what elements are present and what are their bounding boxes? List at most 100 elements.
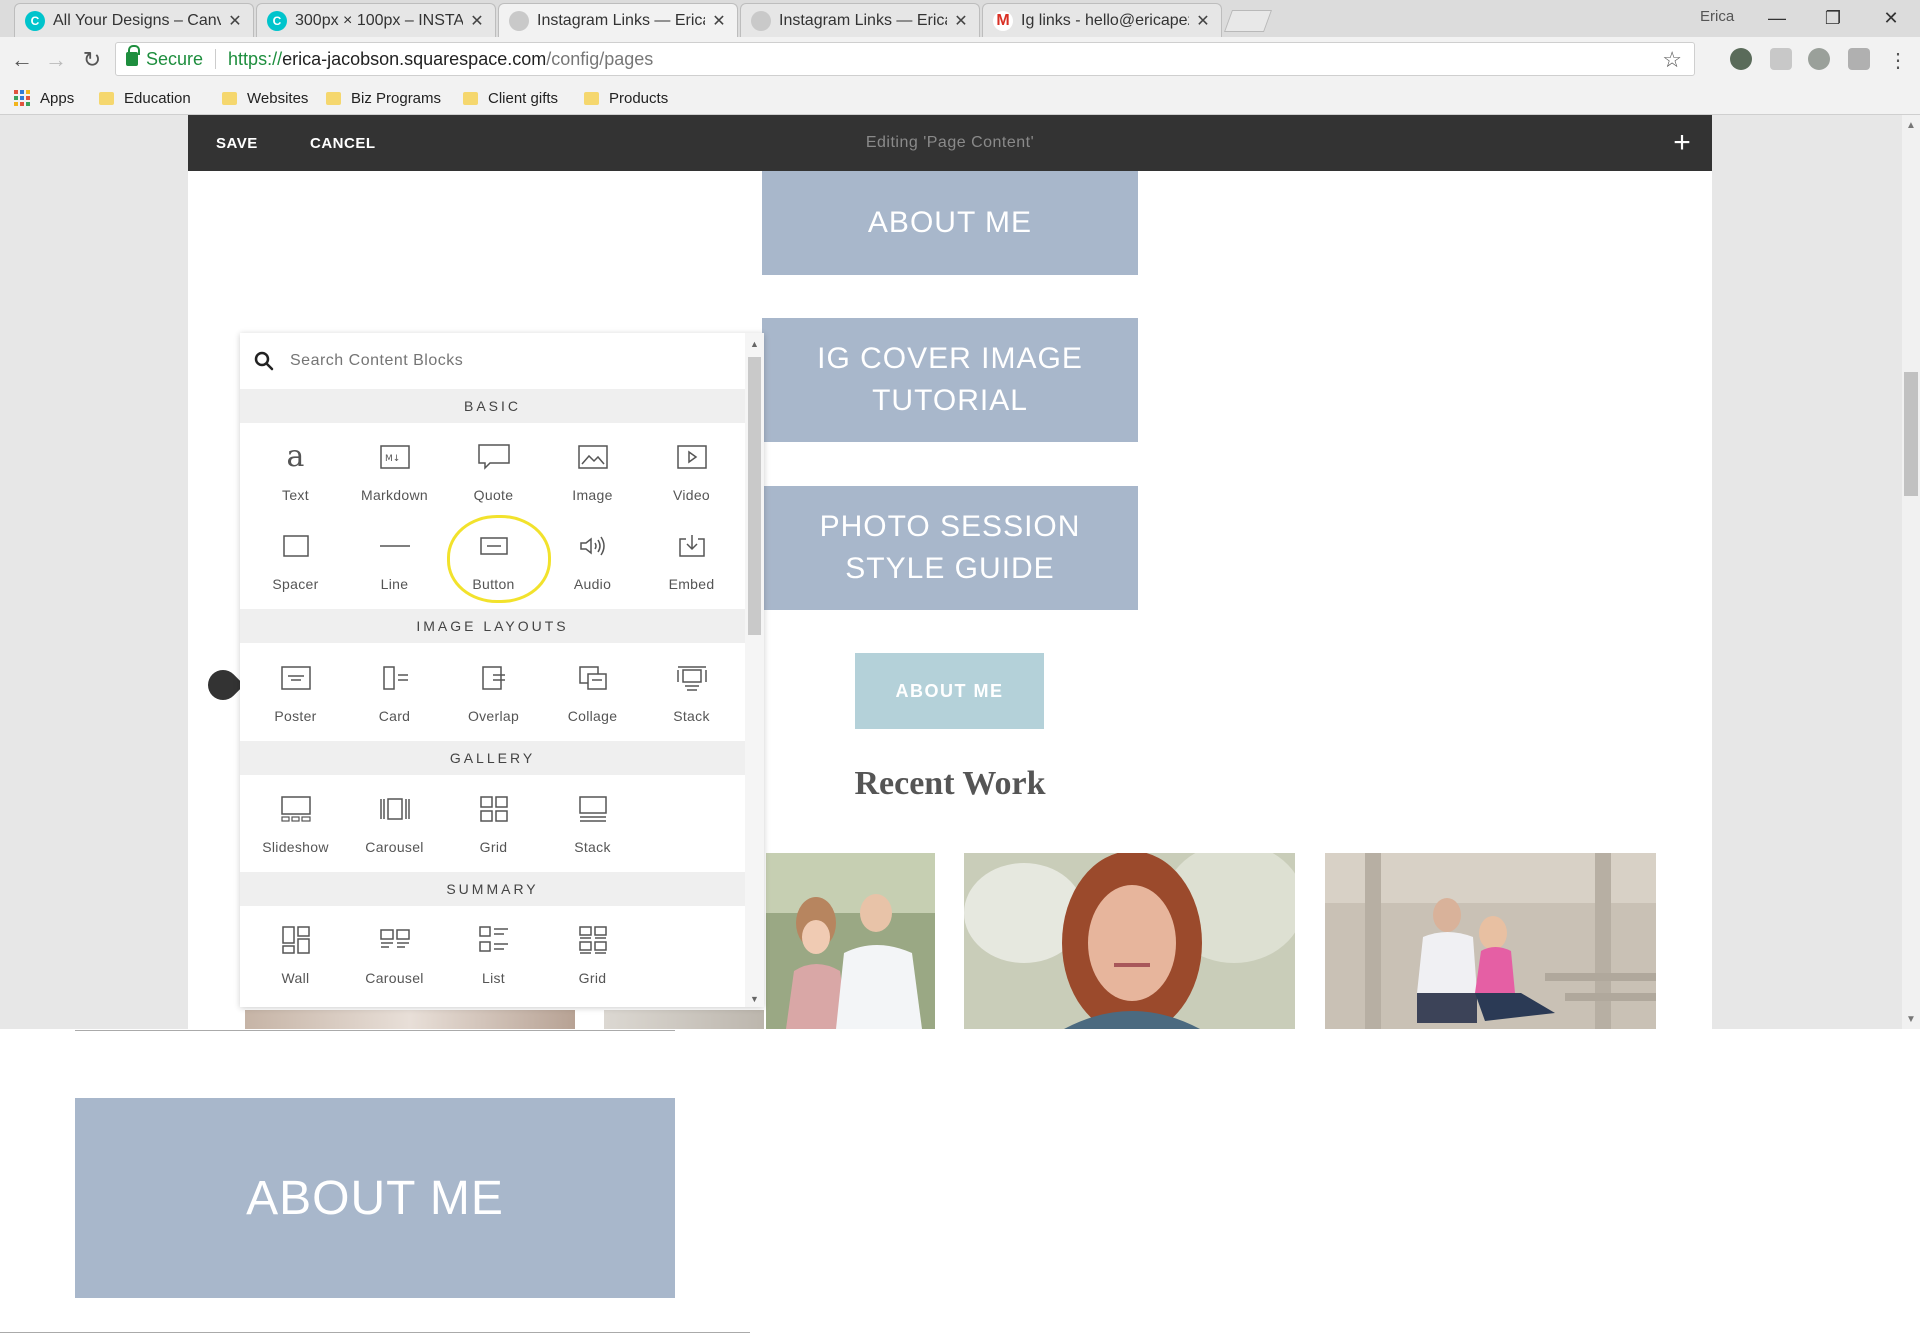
restore-icon[interactable]: ❐ (1808, 4, 1858, 32)
block-markdown[interactable]: M↓ Markdown (345, 435, 444, 521)
evernote-icon[interactable] (1730, 48, 1752, 70)
gmail-icon: M (993, 10, 1013, 31)
save-button[interactable]: SAVE (216, 115, 258, 171)
about-me-button[interactable]: ABOUT ME (762, 171, 1138, 275)
portrait-photo[interactable] (964, 853, 1295, 1029)
panel-scroll-down-icon[interactable]: ▼ (745, 992, 764, 1006)
block-grid[interactable]: Grid (444, 787, 543, 873)
bookmark-biz-programs[interactable]: Biz Programs (326, 87, 441, 109)
photo-session-style-guide-button[interactable]: PHOTO SESSION STYLE GUIDE (762, 486, 1138, 610)
block-image[interactable]: Image (543, 435, 642, 521)
bookmark-star-icon[interactable]: ☆ (1662, 47, 1682, 73)
close-icon[interactable]: ✕ (469, 11, 485, 31)
new-tab-button[interactable] (1223, 10, 1273, 32)
block-label: Line (380, 576, 409, 592)
button-label: ABOUT ME (895, 680, 1004, 701)
tab-instagram-links[interactable]: Instagram Links — Erica P ✕ (740, 3, 980, 37)
folder-icon (326, 91, 341, 105)
close-icon[interactable]: ✕ (227, 11, 243, 31)
window-close-icon[interactable]: ✕ (1866, 4, 1916, 32)
about-me-small-button[interactable]: ABOUT ME (855, 653, 1044, 729)
url-host: erica-jacobson.squarespace.com (282, 48, 547, 69)
block-slideshow[interactable]: Slideshow (246, 787, 345, 873)
recent-work-heading: Recent Work (854, 765, 1046, 802)
content-block-search[interactable] (240, 333, 745, 389)
audio-icon (573, 528, 613, 564)
reload-icon[interactable]: ↻ (78, 46, 106, 74)
block-label: Collage (567, 708, 618, 724)
stack-icon (672, 660, 712, 696)
back-icon[interactable]: ← (8, 46, 36, 74)
block-gallery-stack[interactable]: Stack (543, 787, 642, 873)
block-video[interactable]: Video (642, 435, 741, 521)
block-summary-carousel[interactable]: Carousel (345, 918, 444, 1004)
block-text[interactable]: a Text (246, 435, 345, 521)
tab-instagram-links-active[interactable]: Instagram Links — Erica P ✕ (498, 3, 738, 37)
block-card[interactable]: Card (345, 656, 444, 742)
cancel-button[interactable]: CANCEL (310, 115, 376, 171)
tab-canva-designs[interactable]: C All Your Designs – Canva ✕ (14, 3, 254, 37)
scroll-up-icon[interactable]: ▲ (1902, 118, 1920, 132)
tab-canva-instagram[interactable]: C 300px × 100px – INSTAGRAM ✕ (256, 3, 496, 37)
block-embed[interactable]: Embed (642, 524, 741, 610)
line-icon (375, 528, 415, 564)
video-icon (672, 439, 712, 475)
bookmark-label: Products (609, 89, 669, 107)
search-input[interactable] (290, 352, 690, 370)
menu-icon[interactable]: ⋮ (1884, 46, 1912, 74)
page-scrollbar-thumb[interactable] (1904, 372, 1918, 496)
block-label: Image (572, 487, 613, 503)
block-label: Poster (274, 708, 317, 724)
profile-name[interactable]: Erica (1700, 8, 1734, 25)
block-label: Grid (479, 839, 508, 855)
block-audio[interactable]: Audio (543, 524, 642, 610)
block-quote[interactable]: Quote (444, 435, 543, 521)
block-label: Carousel (365, 839, 424, 855)
about-me-preview-button[interactable]: ABOUT ME (75, 1098, 675, 1298)
canva-icon: C (267, 10, 287, 31)
block-stack[interactable]: Stack (642, 656, 741, 742)
block-label: Markdown (361, 487, 428, 503)
panel-scrollbar-thumb[interactable] (748, 357, 761, 635)
block-label: Video (672, 487, 711, 503)
extension-leaf-icon[interactable] (1808, 48, 1830, 70)
section-header-image-layouts: IMAGE LAYOUTS (240, 609, 745, 643)
ig-cover-image-tutorial-button[interactable]: IG COVER IMAGE TUTORIAL (762, 318, 1138, 442)
block-summary-grid[interactable]: Grid (543, 918, 642, 1004)
folder-icon (463, 91, 478, 105)
bookmark-websites[interactable]: Websites (222, 87, 308, 109)
add-section-button[interactable]: + (1660, 115, 1704, 171)
tab-gmail[interactable]: M Ig links - hello@ericapez ✕ (982, 3, 1222, 37)
bookmark-apps[interactable]: Apps (14, 87, 74, 109)
block-poster[interactable]: Poster (246, 656, 345, 742)
close-icon[interactable]: ✕ (711, 11, 727, 31)
partial-photo[interactable] (604, 1010, 764, 1029)
panel-scroll-up-icon[interactable]: ▲ (745, 337, 764, 351)
block-carousel[interactable]: Carousel (345, 787, 444, 873)
block-spacer[interactable]: Spacer (246, 524, 345, 610)
pocket-icon[interactable] (1848, 48, 1870, 70)
block-label: Stack (574, 839, 611, 855)
partial-photo[interactable] (245, 1010, 575, 1029)
block-list[interactable]: List (444, 918, 543, 1004)
block-line[interactable]: Line (345, 524, 444, 610)
tab-title: All Your Designs – Canva (53, 11, 221, 29)
spacer-icon (276, 528, 316, 564)
scroll-down-icon[interactable]: ▼ (1902, 1012, 1920, 1026)
bookmark-client-gifts[interactable]: Client gifts (463, 87, 558, 109)
close-icon[interactable]: ✕ (1195, 11, 1211, 31)
block-label: Quote (473, 487, 514, 503)
page-scrollbar[interactable] (1902, 115, 1920, 1029)
forward-icon[interactable]: → (42, 46, 70, 74)
couple-steps-photo[interactable] (1325, 853, 1656, 1029)
close-icon[interactable]: ✕ (953, 11, 969, 31)
couple-photo[interactable] (766, 853, 935, 1029)
extension-icon[interactable] (1770, 48, 1792, 70)
block-collage[interactable]: Collage (543, 656, 642, 742)
address-bar[interactable]: Secure https:// erica-jacobson.squarespa… (115, 42, 1695, 76)
block-overlap[interactable]: Overlap (444, 656, 543, 742)
bookmark-products[interactable]: Products (584, 87, 668, 109)
block-wall[interactable]: Wall (246, 918, 345, 1004)
minimize-icon[interactable]: — (1752, 4, 1802, 32)
bookmark-education[interactable]: Education (99, 87, 191, 109)
